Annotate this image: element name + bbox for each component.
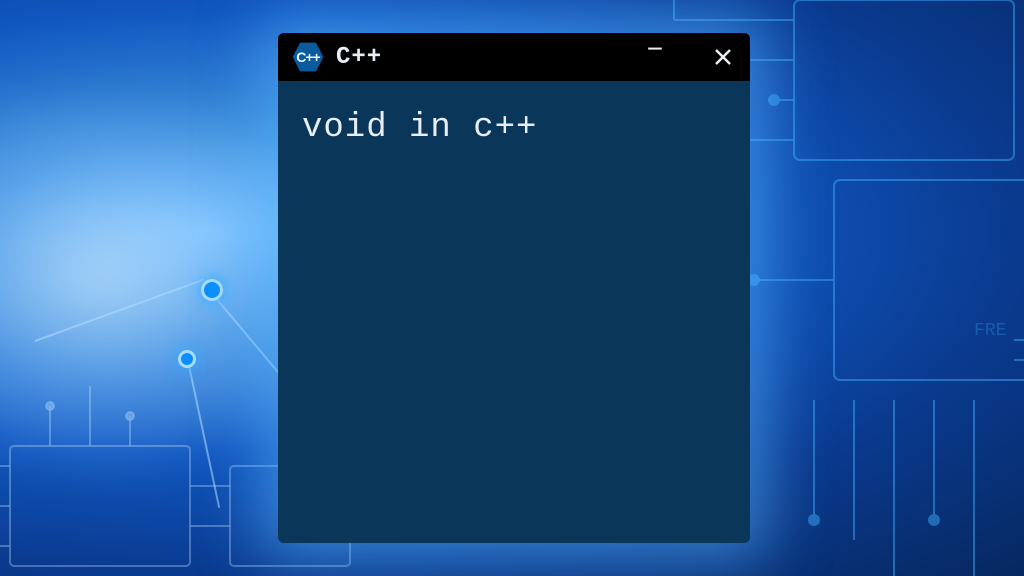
close-button[interactable] — [710, 44, 736, 70]
window-controls: − — [642, 44, 736, 70]
svg-text:FRE: FRE — [974, 321, 1006, 341]
network-node — [178, 350, 196, 368]
minimize-button[interactable]: − — [642, 44, 668, 70]
close-icon — [714, 48, 732, 66]
code-text: void in c++ — [302, 109, 726, 147]
console-content: void in c++ — [278, 81, 750, 543]
network-node — [201, 279, 223, 301]
console-window: C++ C++ − void in c++ — [278, 33, 750, 543]
window-title: C++ — [336, 44, 630, 71]
window-titlebar: C++ C++ − — [278, 33, 750, 81]
maximize-button[interactable] — [676, 44, 702, 70]
cpp-logo-icon: C++ — [292, 41, 324, 73]
